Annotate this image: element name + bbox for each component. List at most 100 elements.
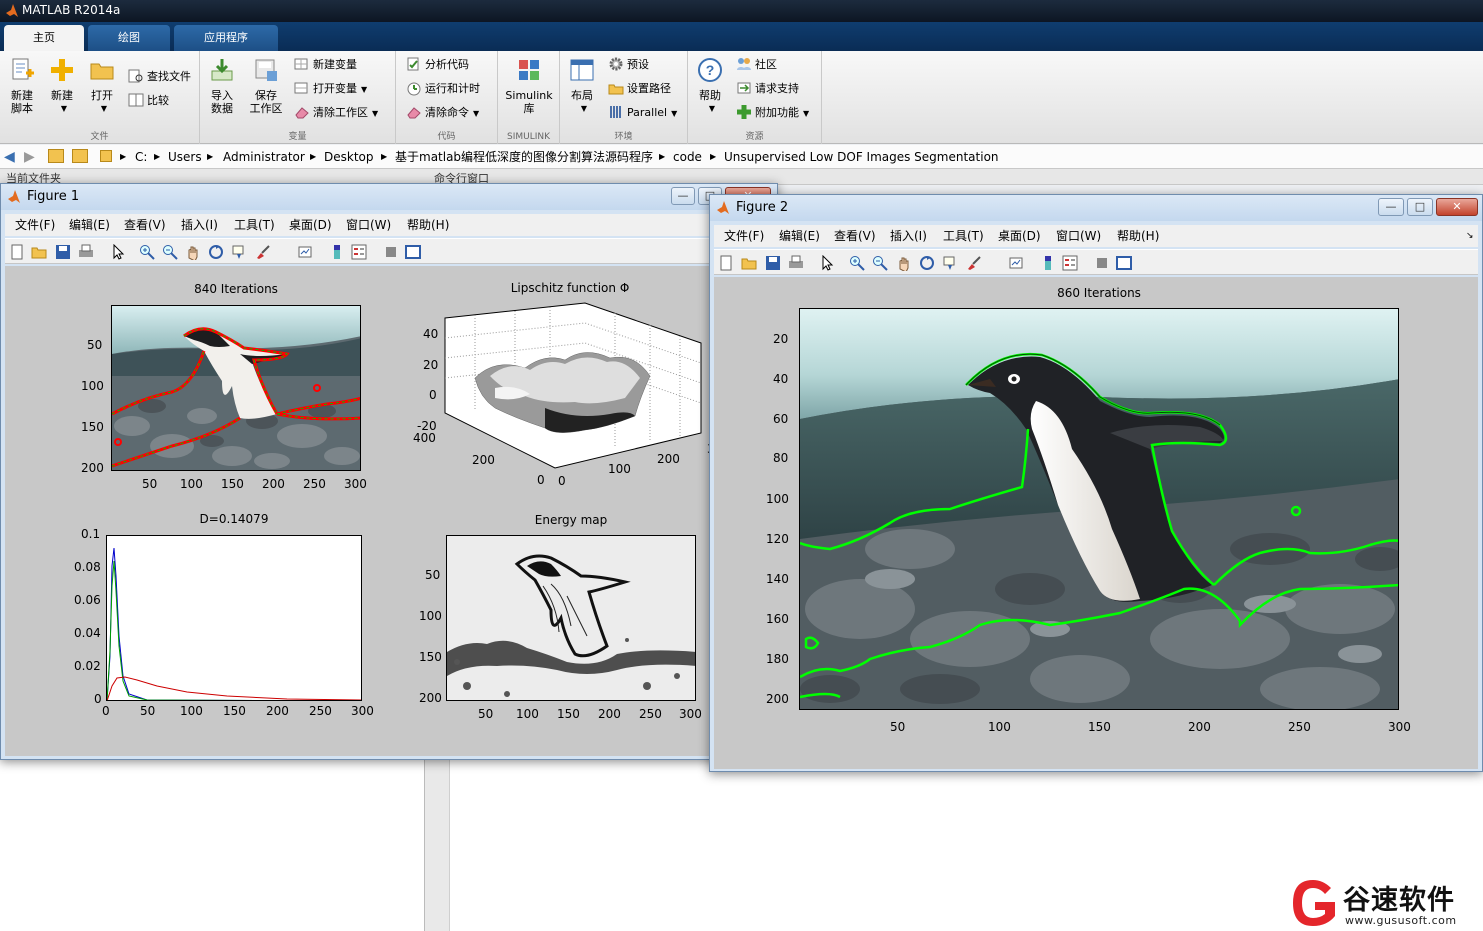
new-script-button[interactable]: 新建 脚本	[4, 55, 40, 115]
open-file-icon[interactable]	[741, 255, 757, 271]
brush-icon[interactable]	[255, 244, 271, 260]
new-variable-button[interactable]: 新建变量	[294, 55, 357, 75]
toolbar-dock-arrow-icon[interactable]: ↘	[1466, 225, 1474, 247]
import-data-button[interactable]: 导入 数据	[204, 55, 240, 115]
figure-1-window[interactable]: Figure 1 — □ ✕ 文件(F) 编辑(E) 查看(V) 插入(I) 工…	[0, 183, 778, 760]
close-button[interactable]: ✕	[1436, 198, 1478, 216]
current-folder-pane[interactable]	[0, 760, 425, 931]
pane-splitter[interactable]	[425, 760, 450, 931]
open-button[interactable]: 打开 ▼	[84, 55, 120, 115]
breadcrumb-drive[interactable]: C:	[135, 145, 147, 169]
print-icon[interactable]	[78, 244, 94, 260]
menu-desktop[interactable]: 桌面(D)	[998, 225, 1041, 247]
rotate-3d-icon[interactable]	[208, 244, 224, 260]
save-icon[interactable]	[765, 255, 781, 271]
menu-tools[interactable]: 工具(T)	[943, 225, 984, 247]
menu-help[interactable]: 帮助(H)	[407, 214, 449, 236]
pointer-icon[interactable]	[820, 255, 836, 271]
zoom-out-icon[interactable]	[872, 255, 888, 271]
tab-apps[interactable]: 应用程序	[174, 25, 278, 51]
layout-button[interactable]: 布局 ▼	[564, 55, 600, 115]
open-variable-button[interactable]: 打开变量 ▼	[294, 79, 367, 99]
figure-2-window[interactable]: Figure 2 — □ ✕ 文件(F) 编辑(E) 查看(V) 插入(I) 工…	[709, 194, 1483, 772]
run-and-time-button[interactable]: 运行和计时	[406, 79, 480, 99]
breadcrumb-desktop[interactable]: Desktop	[324, 145, 374, 169]
figure-1-titlebar[interactable]: Figure 1 — □ ✕	[1, 184, 777, 210]
menu-view[interactable]: 查看(V)	[834, 225, 876, 247]
up-folder-icon[interactable]	[48, 149, 64, 163]
brush-icon[interactable]	[966, 255, 982, 271]
legend-icon[interactable]	[1062, 255, 1078, 271]
zoom-in-icon[interactable]	[139, 244, 155, 260]
menu-edit[interactable]: 编辑(E)	[69, 214, 110, 236]
menu-tools[interactable]: 工具(T)	[234, 214, 275, 236]
menu-edit[interactable]: 编辑(E)	[779, 225, 820, 247]
new-figure-icon[interactable]	[9, 244, 25, 260]
addons-button[interactable]: 附加功能 ▼	[736, 103, 809, 123]
back-arrow-icon[interactable]: ◀	[4, 145, 15, 169]
community-button[interactable]: 社区	[736, 55, 777, 75]
parallel-button[interactable]: Parallel ▼	[608, 103, 677, 123]
set-path-button[interactable]: 设置路径	[608, 79, 671, 99]
menu-help[interactable]: 帮助(H)	[1117, 225, 1159, 247]
breadcrumb-current[interactable]: Unsupervised Low DOF Images Segmentation	[724, 145, 999, 169]
show-plot-tools-icon[interactable]	[1116, 255, 1132, 271]
zoom-out-icon[interactable]	[162, 244, 178, 260]
browse-folder-icon[interactable]	[72, 149, 88, 163]
menu-file[interactable]: 文件(F)	[15, 214, 55, 236]
open-file-icon[interactable]	[31, 244, 47, 260]
clear-commands-button[interactable]: 清除命令 ▼	[406, 103, 479, 123]
menu-window[interactable]: 窗口(W)	[1056, 225, 1101, 247]
forward-arrow-icon[interactable]: ▶	[24, 145, 35, 169]
new-button[interactable]: 新建 ▼	[44, 55, 80, 115]
menu-file[interactable]: 文件(F)	[724, 225, 764, 247]
breadcrumb-administrator[interactable]: Administrator	[223, 145, 305, 169]
legend-icon[interactable]	[351, 244, 367, 260]
show-plot-tools-icon[interactable]	[405, 244, 421, 260]
print-icon[interactable]	[788, 255, 804, 271]
colorbar-icon[interactable]	[329, 244, 345, 260]
pan-hand-icon[interactable]	[896, 255, 912, 271]
simulink-library-button[interactable]: Simulink 库	[504, 55, 554, 115]
minimize-button[interactable]: —	[671, 187, 695, 205]
breadcrumb-project[interactable]: 基于matlab编程低深度的图像分割算法源码程序	[395, 145, 653, 169]
data-cursor-icon[interactable]	[942, 255, 958, 271]
pointer-icon[interactable]	[111, 244, 127, 260]
save-icon[interactable]	[55, 244, 71, 260]
subplot-4-image-axes[interactable]	[446, 535, 696, 701]
hide-plot-tools-icon[interactable]	[1094, 255, 1110, 271]
subplot-1-image-axes[interactable]	[111, 305, 361, 471]
compare-button[interactable]: 比较	[128, 91, 169, 111]
tab-plots[interactable]: 绘图	[88, 25, 170, 51]
maximize-button[interactable]: □	[1407, 198, 1433, 216]
tab-home[interactable]: 主页	[4, 25, 84, 51]
subplot-3-axes[interactable]	[106, 535, 362, 701]
link-plot-icon[interactable]	[297, 244, 313, 260]
lipschitz-surface-plot[interactable]	[435, 298, 711, 478]
breadcrumb-code[interactable]: code	[673, 145, 702, 169]
colorbar-icon[interactable]	[1040, 255, 1056, 271]
save-workspace-button[interactable]: 保存 工作区	[246, 55, 286, 115]
menu-insert[interactable]: 插入(I)	[890, 225, 927, 247]
new-figure-icon[interactable]	[718, 255, 734, 271]
preferences-button[interactable]: 预设	[608, 55, 649, 75]
pan-hand-icon[interactable]	[185, 244, 201, 260]
hide-plot-tools-icon[interactable]	[383, 244, 399, 260]
minimize-button[interactable]: —	[1378, 198, 1404, 216]
find-files-button[interactable]: 查找文件	[128, 67, 191, 87]
request-support-button[interactable]: 请求支持	[736, 79, 799, 99]
data-cursor-icon[interactable]	[231, 244, 247, 260]
analyze-code-button[interactable]: 分析代码	[406, 55, 469, 75]
help-button[interactable]: ? 帮助 ▼	[692, 55, 728, 115]
link-plot-icon[interactable]	[1008, 255, 1024, 271]
menu-window[interactable]: 窗口(W)	[346, 214, 391, 236]
zoom-in-icon[interactable]	[849, 255, 865, 271]
figure-2-image-axes[interactable]	[799, 308, 1399, 710]
menu-view[interactable]: 查看(V)	[124, 214, 166, 236]
breadcrumb-users[interactable]: Users	[168, 145, 202, 169]
menu-insert[interactable]: 插入(I)	[181, 214, 218, 236]
figure-2-titlebar[interactable]: Figure 2 — □ ✕	[710, 195, 1482, 221]
rotate-3d-icon[interactable]	[919, 255, 935, 271]
menu-desktop[interactable]: 桌面(D)	[289, 214, 332, 236]
clear-workspace-button[interactable]: 清除工作区 ▼	[294, 103, 378, 123]
